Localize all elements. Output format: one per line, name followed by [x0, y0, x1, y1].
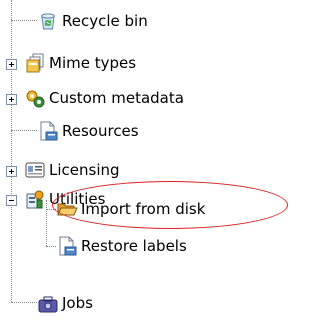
custom-metadata-icon — [24, 87, 46, 109]
restore-labels-icon — [56, 235, 78, 257]
tree-root-line — [11, 0, 12, 302]
tree-item-custom-metadata[interactable]: Custom metadata — [24, 85, 184, 111]
tree-item-label: Recycle bin — [62, 12, 148, 30]
tree-item-label: Mime types — [49, 54, 137, 72]
tree-item-import-from-disk[interactable]: Import from disk — [56, 196, 205, 222]
expand-custom-metadata-button[interactable] — [6, 94, 17, 105]
tree-item-licensing[interactable]: Licensing — [24, 157, 120, 183]
mime-types-icon — [24, 52, 46, 74]
tree-item-label: Import from disk — [81, 200, 206, 218]
tree-item-label: Licensing — [49, 161, 120, 179]
tree-item-restore-labels[interactable]: Restore labels — [56, 233, 187, 259]
utilities-icon — [24, 188, 46, 210]
expand-licensing-button[interactable] — [6, 166, 17, 177]
tree-item-label: Restore labels — [81, 237, 187, 255]
tree-item-resources[interactable]: Resources — [37, 118, 139, 144]
tree-item-recycle-bin[interactable]: Recycle bin — [37, 8, 148, 34]
tree-connector — [11, 130, 37, 131]
navigation-tree: Recycle bin Mime types Custom metadata R… — [0, 0, 294, 327]
folder-open-icon — [56, 198, 78, 220]
tree-connector — [11, 20, 37, 21]
recycle-bin-icon — [37, 10, 59, 32]
tree-item-label: Resources — [62, 122, 139, 140]
licensing-icon — [24, 159, 46, 181]
tree-item-jobs[interactable]: Jobs — [37, 290, 93, 316]
tree-item-label: Custom metadata — [49, 89, 184, 107]
jobs-icon — [37, 292, 59, 314]
tree-connector — [11, 302, 37, 303]
expand-mime-types-button[interactable] — [6, 59, 17, 70]
tree-item-mime-types[interactable]: Mime types — [24, 50, 136, 76]
collapse-utilities-button[interactable] — [6, 195, 17, 206]
tree-connector — [46, 246, 56, 247]
resources-icon — [37, 120, 59, 142]
tree-item-label: Jobs — [62, 294, 93, 312]
